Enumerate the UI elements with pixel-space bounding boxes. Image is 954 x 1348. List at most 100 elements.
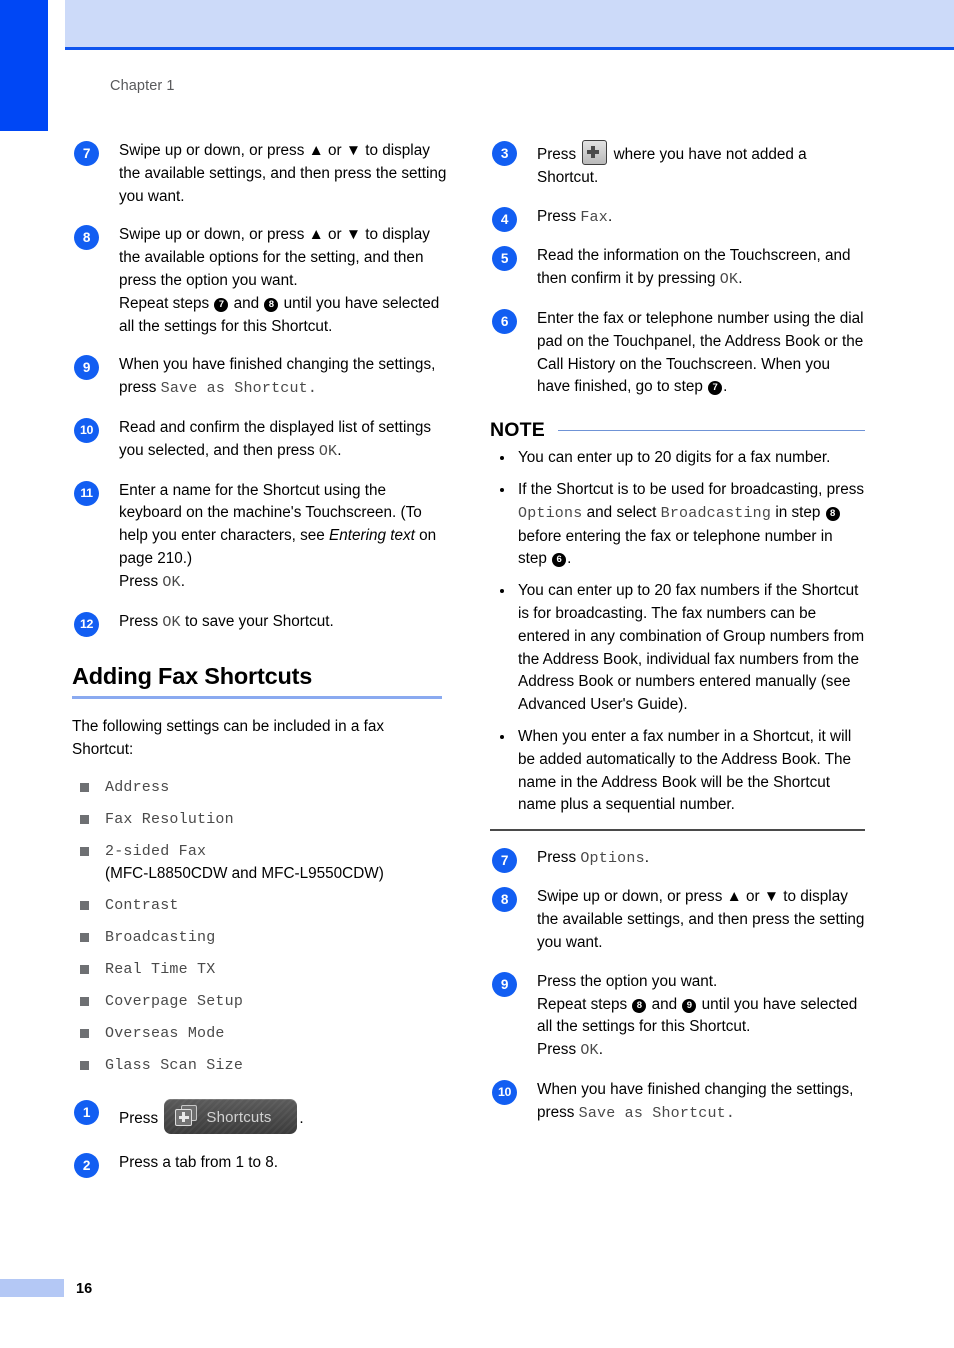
lcd-label: Fax bbox=[580, 208, 608, 226]
shortcuts-button[interactable]: Shortcuts bbox=[164, 1098, 298, 1134]
chapter-label: Chapter 1 bbox=[110, 78, 175, 94]
step-marker: 3 bbox=[492, 141, 517, 166]
press-label: Press bbox=[537, 207, 581, 225]
step-item: 9 When you have finished changing the se… bbox=[72, 354, 447, 401]
step-text: Swipe up or down, or press ▲ or ▼ to dis… bbox=[537, 888, 865, 952]
note-end-rule bbox=[490, 829, 865, 831]
step-marker: 8 bbox=[74, 225, 99, 251]
step-text-tail: . bbox=[723, 378, 728, 396]
bullet-dot-icon bbox=[500, 456, 504, 461]
note-list: You can enter up to 20 digits for a fax … bbox=[490, 447, 865, 817]
setting-name: Overseas Mode bbox=[105, 1024, 225, 1042]
list-item: 2-sided Fax (MFC-L8850CDW and MFC-L9550C… bbox=[72, 840, 447, 885]
step-marker: 4 bbox=[492, 206, 517, 232]
repeat-middle: and bbox=[229, 294, 264, 312]
step-text-tail: . bbox=[607, 207, 613, 225]
lcd-label: Save as Shortcut. bbox=[578, 1104, 736, 1122]
step-item: 10 Read and confirm the displayed list o… bbox=[72, 417, 447, 464]
note-text: You can enter up to 20 fax numbers if th… bbox=[518, 582, 865, 714]
note-text: and select bbox=[582, 503, 661, 521]
shortcuts-button-label: Shortcuts bbox=[206, 1108, 272, 1126]
press-label: Press bbox=[119, 1109, 163, 1127]
setting-name: Real Time TX bbox=[105, 960, 216, 978]
plus-icon[interactable] bbox=[582, 140, 608, 165]
square-bullet-icon bbox=[80, 782, 89, 792]
step-item: 5 Read the information on the Touchscree… bbox=[490, 245, 865, 292]
step-reference-icon: 8 bbox=[825, 506, 840, 521]
step-marker: 6 bbox=[492, 308, 517, 334]
press-label: Press bbox=[537, 1041, 581, 1059]
step-marker: 7 bbox=[492, 847, 517, 873]
step-reference-icon: 7 bbox=[214, 297, 229, 312]
square-bullet-icon bbox=[80, 964, 89, 974]
step-item: 7 Swipe up or down, or press ▲ or ▼ to d… bbox=[72, 140, 447, 208]
step-item: 12 Press OK to save your Shortcut. bbox=[72, 611, 447, 637]
header-rule bbox=[65, 47, 954, 50]
bullet-dot-icon bbox=[500, 487, 504, 492]
square-bullet-icon bbox=[80, 846, 89, 856]
step-marker: 10 bbox=[74, 417, 99, 443]
step-text-tail: . bbox=[299, 1109, 304, 1127]
square-bullet-icon bbox=[80, 900, 89, 910]
step-text: Swipe up or down, or press ▲ or ▼ to dis… bbox=[119, 226, 430, 289]
note-block: NOTE You can enter up to 20 digits for a… bbox=[490, 419, 865, 831]
setting-name: Fax Resolution bbox=[105, 810, 234, 828]
repeat-prefix: Repeat steps bbox=[119, 294, 214, 312]
section-heading-rule bbox=[72, 696, 442, 700]
step-marker: 7 bbox=[74, 141, 99, 166]
step-text: Enter the fax or telephone number using … bbox=[537, 309, 864, 396]
note-text: If the Shortcut is to be used for broadc… bbox=[518, 480, 865, 498]
list-item: Contrast bbox=[72, 894, 447, 917]
step-reference-icon: 8 bbox=[264, 297, 279, 312]
press-label: Press bbox=[537, 848, 581, 866]
setting-models: (MFC-L8850CDW and MFC-L9550CDW) bbox=[105, 864, 384, 882]
step-item: 6 Enter the fax or telephone number usin… bbox=[490, 308, 865, 399]
repeat-middle: and bbox=[647, 995, 682, 1013]
step-reference-icon: 6 bbox=[552, 553, 567, 568]
lcd-label: Options bbox=[518, 504, 583, 522]
step-text-tail: . bbox=[180, 572, 186, 590]
list-item: Broadcasting bbox=[72, 926, 447, 949]
page-number: 16 bbox=[76, 1281, 93, 1297]
step-text: Press a tab from 1 to 8. bbox=[119, 1153, 278, 1171]
square-bullet-icon bbox=[80, 1028, 89, 1038]
page-edge-tab bbox=[0, 0, 48, 131]
left-column: 7 Swipe up or down, or press ▲ or ▼ to d… bbox=[72, 140, 447, 1191]
list-item: Coverpage Setup bbox=[72, 990, 447, 1013]
step-reference-icon: 9 bbox=[682, 998, 697, 1013]
step-text-tail: . bbox=[598, 1041, 604, 1059]
section-heading: Adding Fax Shortcuts bbox=[72, 663, 313, 690]
step-reference-icon: 8 bbox=[632, 998, 647, 1013]
step-marker: 9 bbox=[74, 355, 99, 381]
setting-name: 2-sided Fax bbox=[105, 842, 207, 860]
setting-name: Glass Scan Size bbox=[105, 1056, 244, 1074]
step-marker: 12 bbox=[74, 611, 99, 637]
lcd-label: Options bbox=[580, 849, 645, 867]
step-item: 3 Press where you have not added a Short… bbox=[490, 140, 865, 190]
step-item: 4 Press Fax. bbox=[490, 206, 865, 232]
step-item: 7 Press Options. bbox=[490, 847, 865, 873]
section-intro-text: The following settings can be included i… bbox=[72, 718, 385, 759]
step-text-tail: . bbox=[644, 848, 650, 866]
lcd-label: Broadcasting bbox=[660, 504, 772, 522]
note-text: When you enter a fax number in a Shortcu… bbox=[518, 727, 852, 814]
step-text: Press bbox=[119, 612, 163, 630]
lcd-label: OK bbox=[162, 613, 181, 631]
fax-settings-list: Address Fax Resolution 2-sided Fax (MFC-… bbox=[72, 776, 447, 1077]
bullet-dot-icon bbox=[500, 589, 504, 594]
footer-accent-block bbox=[0, 1279, 64, 1297]
step-text-tail: to save your Shortcut. bbox=[180, 612, 334, 630]
step-text: Swipe up or down, or press ▲ or ▼ to dis… bbox=[119, 142, 447, 205]
list-item: Fax Resolution bbox=[72, 808, 447, 831]
lcd-label: OK bbox=[318, 442, 338, 460]
step-item: 8 Swipe up or down, or press ▲ or ▼ to d… bbox=[490, 886, 865, 954]
right-column: 3 Press where you have not added a Short… bbox=[490, 140, 865, 1142]
square-bullet-icon bbox=[80, 814, 89, 824]
step-item: 9 Press the option you want. Repeat step… bbox=[490, 971, 865, 1063]
square-bullet-icon bbox=[80, 1060, 89, 1070]
step-text-tail: . bbox=[337, 441, 342, 459]
setting-name: Contrast bbox=[105, 896, 179, 914]
list-item: Address bbox=[72, 776, 447, 799]
step-text: Read and confirm the displayed list of s… bbox=[119, 418, 432, 459]
note-text: . bbox=[567, 550, 572, 568]
